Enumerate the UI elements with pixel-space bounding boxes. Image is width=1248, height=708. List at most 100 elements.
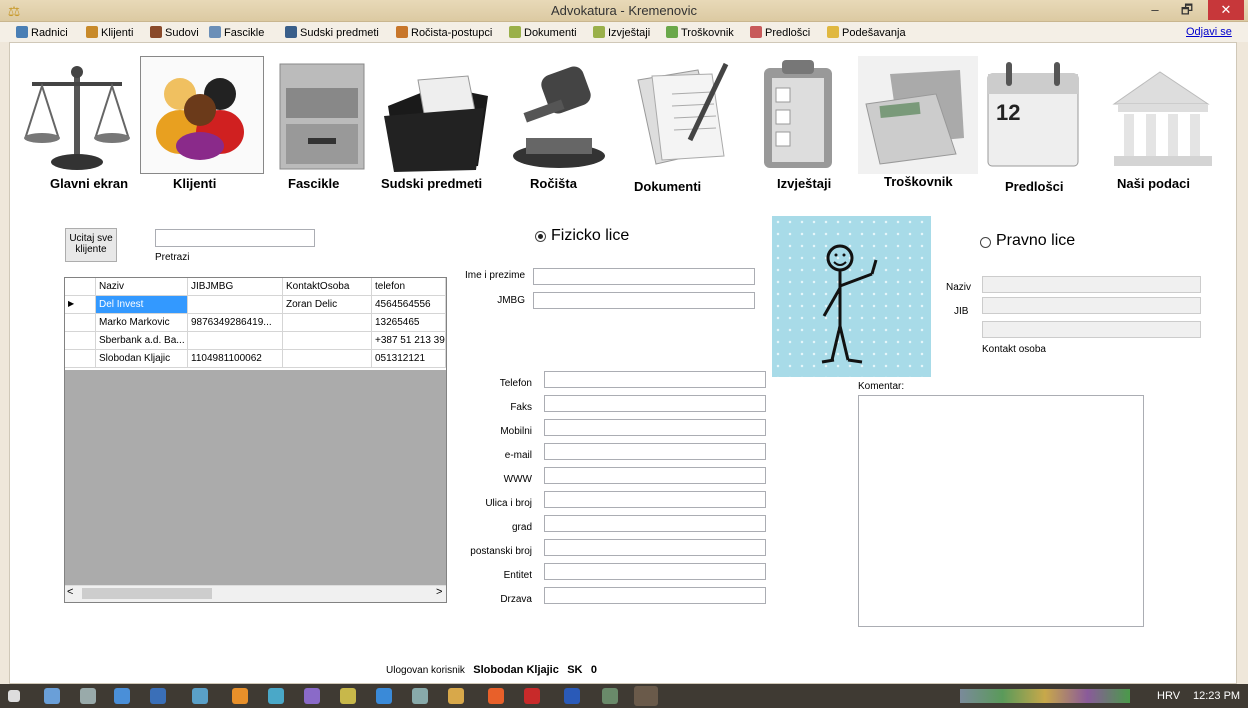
pravno-lice-radio[interactable] <box>980 237 991 248</box>
app-icon-7[interactable] <box>268 688 284 704</box>
scroll-left-icon[interactable]: < <box>67 586 73 598</box>
explorer-icon[interactable] <box>44 688 60 704</box>
system-tray-icons[interactable] <box>960 689 1130 703</box>
menu-item-fascikle[interactable]: Fascikle <box>209 26 264 39</box>
app-icon-16[interactable] <box>602 688 618 704</box>
www-input[interactable] <box>544 467 766 484</box>
menu-item-dokumenti[interactable]: Dokumenti <box>509 26 577 39</box>
grid-cell[interactable]: Del Invest <box>96 296 188 314</box>
close-button[interactable]: ✕ <box>1208 0 1244 20</box>
nav-nasi-podaci[interactable]: Naši podaci <box>1117 176 1190 191</box>
advokatura-taskbar-icon[interactable] <box>634 686 658 706</box>
grid-cell[interactable] <box>188 296 283 314</box>
app-icon-5[interactable] <box>192 688 208 704</box>
calendar-icon[interactable]: 12 <box>984 58 1084 173</box>
pravno-lice-label[interactable]: Pravno lice <box>996 232 1075 250</box>
mobilni-input[interactable] <box>544 419 766 436</box>
naziv-input[interactable] <box>982 276 1201 293</box>
postanski-broj-input[interactable] <box>544 539 766 556</box>
menu-item-podesavanja[interactable]: Podešavanja <box>827 26 906 39</box>
gavel-icon[interactable] <box>504 60 614 175</box>
jmbg-input[interactable] <box>533 292 755 309</box>
nav-izvjestaji[interactable]: Izvještaji <box>777 176 831 191</box>
nav-rocista[interactable]: Ročišta <box>530 176 577 191</box>
firefox-icon[interactable] <box>488 688 504 704</box>
scrollbar-thumb[interactable] <box>82 588 212 599</box>
load-all-clients-button[interactable]: Ucitaj sve klijente <box>65 228 117 262</box>
grid-header[interactable]: KontaktOsoba <box>283 278 372 296</box>
menu-item-sudovi[interactable]: Sudovi <box>150 26 199 39</box>
faks-input[interactable] <box>544 395 766 412</box>
menu-item-rocista[interactable]: Ročista-postupci <box>396 26 492 39</box>
grid-cell[interactable]: 13265465 <box>372 314 446 332</box>
nav-glavni-ekran[interactable]: Glavni ekran <box>50 176 128 191</box>
people-icon[interactable] <box>150 70 250 160</box>
logout-link[interactable]: Odjavi se <box>1186 26 1232 38</box>
grid-cell[interactable]: Zoran Delic <box>283 296 372 314</box>
menu-item-troskovnik[interactable]: Troškovnik <box>666 26 734 39</box>
nav-sudski-predmeti[interactable]: Sudski predmeti <box>381 176 482 191</box>
folder-icon[interactable] <box>378 66 498 174</box>
grid-cell[interactable]: 1104981100062 <box>188 350 283 368</box>
grid-cell[interactable]: +387 51 213 39 <box>372 332 446 350</box>
teamviewer-icon[interactable] <box>376 688 392 704</box>
komentar-textarea[interactable] <box>858 395 1144 627</box>
grid-cell[interactable] <box>283 350 372 368</box>
nav-fascikle[interactable]: Fascikle <box>288 176 339 191</box>
nav-dokumenti[interactable]: Dokumenti <box>634 179 701 194</box>
clipboard-icon[interactable] <box>758 58 838 173</box>
minimize-button[interactable]: – <box>1140 0 1170 20</box>
grid-cell[interactable]: 9876349286419... <box>188 314 283 332</box>
pdf-icon[interactable] <box>524 688 540 704</box>
menu-item-sudski-predmeti[interactable]: Sudski predmeti <box>285 26 379 39</box>
grid-header[interactable]: telefon <box>372 278 446 296</box>
fizicko-lice-label[interactable]: Fizicko lice <box>551 227 629 245</box>
email-input[interactable] <box>544 443 766 460</box>
telefon-input[interactable] <box>544 371 766 388</box>
calculator-icon[interactable] <box>860 64 970 169</box>
ime-prezime-input[interactable] <box>533 268 755 285</box>
file-cabinet-icon[interactable] <box>272 58 372 173</box>
grid-header[interactable]: Naziv <box>96 278 188 296</box>
nav-troskovnik[interactable]: Troškovnik <box>884 174 953 189</box>
app-icon-6[interactable] <box>232 688 248 704</box>
start-icon[interactable] <box>8 690 20 702</box>
jib-input[interactable] <box>982 297 1201 314</box>
menu-item-izvjestaji[interactable]: Izvještaji <box>593 26 650 39</box>
grid-cell[interactable] <box>283 332 372 350</box>
search-input[interactable] <box>155 229 315 247</box>
app-icon-3[interactable] <box>114 688 130 704</box>
visual-studio-icon[interactable] <box>150 688 166 704</box>
scales-icon[interactable] <box>22 56 132 174</box>
nav-predlosci[interactable]: Predlošci <box>1005 179 1064 194</box>
documents-icon[interactable] <box>628 60 738 175</box>
fizicko-lice-radio[interactable] <box>535 231 546 242</box>
grid-cell[interactable] <box>283 314 372 332</box>
word-icon[interactable] <box>564 688 580 704</box>
drzava-input[interactable] <box>544 587 766 604</box>
kontakt-osoba-input[interactable] <box>982 321 1201 338</box>
ulica-input[interactable] <box>544 491 766 508</box>
menu-item-klijenti[interactable]: Klijenti <box>86 26 133 39</box>
grid-cell[interactable]: 4564564556 <box>372 296 446 314</box>
grid-cell[interactable]: Slobodan Kljajic <box>96 350 188 368</box>
language-indicator[interactable]: HRV <box>1157 690 1180 702</box>
grid-cell[interactable]: Sberbank a.d. Ba... <box>96 332 188 350</box>
app-icon-11[interactable] <box>412 688 428 704</box>
entitet-input[interactable] <box>544 563 766 580</box>
building-icon[interactable] <box>1104 64 1214 172</box>
nav-klijenti[interactable]: Klijenti <box>173 176 216 191</box>
clock[interactable]: 12:23 PM <box>1193 690 1240 702</box>
grad-input[interactable] <box>544 515 766 532</box>
grid-header[interactable]: JIBJMBG <box>188 278 283 296</box>
menu-item-radnici[interactable]: Radnici <box>16 26 68 39</box>
grid-cell[interactable]: 051312121 <box>372 350 446 368</box>
maximize-button[interactable]: 🗗 <box>1172 0 1202 20</box>
grid-cell[interactable]: Marko Markovic <box>96 314 188 332</box>
notepad-icon[interactable] <box>340 688 356 704</box>
menu-item-predlosci[interactable]: Predlošci <box>750 26 810 39</box>
grid-cell[interactable] <box>188 332 283 350</box>
folder-taskbar-icon[interactable] <box>448 688 464 704</box>
scroll-right-icon[interactable]: > <box>436 586 442 598</box>
app-icon-2[interactable] <box>80 688 96 704</box>
